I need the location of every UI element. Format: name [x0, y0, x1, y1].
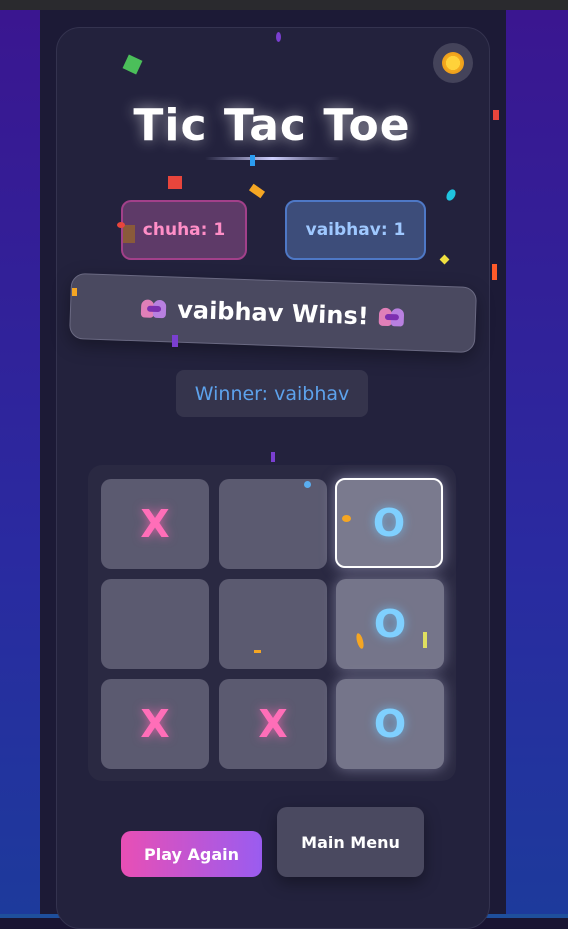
confetti-piece — [342, 515, 351, 522]
party-emoji-icon — [378, 306, 405, 329]
confetti-piece — [123, 225, 135, 243]
win-banner-text: vaibhav Wins! — [176, 295, 370, 331]
background-left — [0, 10, 40, 914]
confetti-piece — [304, 481, 311, 488]
board-cell-8[interactable]: X — [219, 679, 327, 769]
main-menu-button[interactable]: Main Menu — [277, 807, 424, 877]
board-cell-4[interactable] — [101, 579, 209, 669]
confetti-piece — [271, 452, 275, 462]
confetti-piece — [254, 650, 261, 653]
confetti-piece — [250, 155, 255, 166]
confetti-piece — [423, 632, 427, 648]
party-emoji-icon — [141, 297, 168, 320]
page-title: Tic Tac Toe — [133, 100, 411, 151]
title-underline — [205, 157, 340, 160]
confetti-piece — [72, 288, 77, 296]
score-player2: vaibhav: 1 — [285, 200, 426, 260]
theme-toggle-button[interactable] — [433, 43, 473, 83]
board-cell-6[interactable]: O — [336, 579, 444, 669]
confetti-piece — [493, 110, 499, 120]
confetti-piece — [492, 264, 497, 280]
board-cell-9[interactable]: O — [336, 679, 444, 769]
winner-label: Winner: vaibhav — [176, 370, 368, 417]
confetti-piece — [168, 176, 182, 189]
board-cell-1[interactable]: X — [101, 479, 209, 569]
win-banner: vaibhav Wins! — [68, 272, 478, 354]
board-cell-7[interactable]: X — [101, 679, 209, 769]
sun-icon — [442, 52, 464, 74]
confetti-piece — [276, 32, 281, 42]
background-right — [506, 10, 568, 914]
confetti-piece — [172, 335, 178, 347]
confetti-piece — [117, 222, 125, 228]
browser-top-bar — [0, 0, 568, 10]
board-cell-3[interactable]: O — [335, 478, 443, 568]
board-cell-2[interactable] — [219, 479, 327, 569]
play-again-button[interactable]: Play Again — [121, 831, 262, 877]
board-cell-5[interactable] — [219, 579, 327, 669]
score-player1: chuha: 1 — [121, 200, 247, 260]
